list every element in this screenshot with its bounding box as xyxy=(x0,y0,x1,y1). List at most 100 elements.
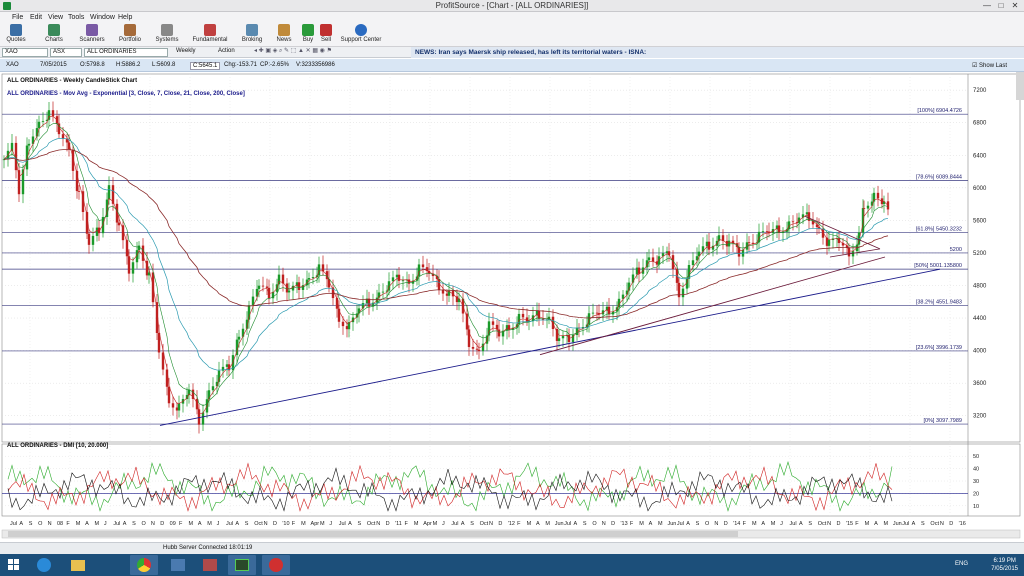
candle-body xyxy=(265,286,269,288)
x-tick-label: D xyxy=(611,521,615,527)
close-button[interactable]: ✕ xyxy=(1008,1,1022,10)
show-last-checkbox[interactable]: ☑ Show Last xyxy=(972,62,1007,69)
app-icon-4[interactable] xyxy=(228,555,256,575)
x-tick-label: M xyxy=(95,521,100,527)
candle-body xyxy=(747,242,751,244)
fundamental-icon xyxy=(204,24,216,36)
clock[interactable]: 6:19 PM 7/05/2015 xyxy=(991,557,1018,573)
maximize-button[interactable]: □ xyxy=(994,1,1008,10)
candle-body xyxy=(91,235,95,245)
support-center-button[interactable]: Support Center xyxy=(338,24,384,46)
x-tick-label: '14 xyxy=(733,521,740,527)
x-tick-label: A xyxy=(348,521,352,527)
menu-tools[interactable]: Tools xyxy=(68,14,84,21)
period-dropdown[interactable]: Weekly xyxy=(174,48,210,57)
x-tick-label: A xyxy=(912,521,916,527)
info-bar: XAO 7/05/2015 O:5798.8 H:5886.2 L:5609.8… xyxy=(0,59,1024,72)
candle-body xyxy=(241,328,245,337)
file-explorer-icon[interactable] xyxy=(64,555,92,575)
y-tick-label: 7200 xyxy=(973,88,987,94)
scrollbar-thumb[interactable] xyxy=(8,531,738,537)
app-icon-3[interactable] xyxy=(196,555,224,575)
profitsource-taskbar-icon[interactable] xyxy=(262,555,290,575)
candle-body xyxy=(25,145,29,170)
x-tick-label: J xyxy=(104,521,107,527)
candle-body xyxy=(491,321,495,325)
candle-body xyxy=(137,245,141,251)
candle-body xyxy=(876,192,880,199)
x-tick-label: S xyxy=(921,521,925,527)
info-chgp: CP:-2.65% xyxy=(260,62,290,68)
x-tick-label: A xyxy=(649,521,653,527)
x-tick-label: Apr xyxy=(423,521,432,527)
candle-body xyxy=(827,240,831,246)
candle-body xyxy=(866,205,870,209)
y-tick-label: 4800 xyxy=(973,283,987,289)
x-tick-label: A xyxy=(461,521,465,527)
ie-icon[interactable] xyxy=(30,555,58,575)
security-name: ALL ORDINARIES xyxy=(84,48,168,57)
x-tick-label: M xyxy=(527,521,532,527)
app-icon-2[interactable] xyxy=(164,555,192,575)
news-ticker[interactable]: NEWS: Iran says Maersk ship released, ha… xyxy=(411,47,1024,58)
y-tick-label: 3200 xyxy=(973,414,987,420)
y-tick-label: 3600 xyxy=(973,381,987,387)
quotes-button[interactable]: Quotes xyxy=(4,24,28,46)
systems-button[interactable]: Systems xyxy=(154,24,180,46)
x-tick-label: F xyxy=(743,521,747,527)
support-label: 5200 xyxy=(950,247,962,253)
x-tick-label: Oct xyxy=(930,521,939,527)
x-tick-label: F xyxy=(66,521,70,527)
y-tick-label: 6400 xyxy=(973,153,987,159)
scanners-button[interactable]: Scanners xyxy=(78,24,106,46)
exchange-select[interactable]: ASX xyxy=(50,48,82,57)
charts-button[interactable]: Charts xyxy=(42,24,66,46)
news-button[interactable]: News xyxy=(274,24,294,46)
menu-window[interactable]: Window xyxy=(90,14,115,21)
x-tick-label: M xyxy=(752,521,757,527)
chrome-icon[interactable] xyxy=(130,555,158,575)
x-tick-label: N xyxy=(940,521,944,527)
x-tick-label: Apr xyxy=(311,521,320,527)
sell-button[interactable]: Sell xyxy=(318,24,334,46)
menu-view[interactable]: View xyxy=(48,14,63,21)
price-chart-svg[interactable]: 7200 6800 6400 6000 5600 5200 4800 4400 4000 3600… xyxy=(0,60,1024,542)
start-icon[interactable] xyxy=(8,559,20,571)
action-dropdown[interactable]: Action xyxy=(216,48,246,57)
ema-200-line xyxy=(3,148,889,319)
chart-tools-strip[interactable]: ◂ ✚ ▣ ◈ ⌕ ✎ ⬚ ▲ ✕ ▦ ◉ ⚑ xyxy=(252,48,402,57)
vertical-scroll-handle[interactable] xyxy=(1016,60,1024,100)
x-tick-label: M xyxy=(207,521,212,527)
minimize-button[interactable]: — xyxy=(980,1,994,10)
menu-file[interactable]: File xyxy=(12,14,23,21)
candle-body xyxy=(557,338,561,341)
info-close: C:5645.1 xyxy=(190,62,221,70)
x-tick-label: N xyxy=(264,521,268,527)
x-tick-label: D xyxy=(273,521,277,527)
info-date: 7/05/2015 xyxy=(40,62,67,68)
price-panel-frame xyxy=(1,73,1021,443)
candle-body xyxy=(37,121,41,129)
x-tick-label: A xyxy=(874,521,878,527)
symbol-input[interactable]: XAO xyxy=(2,48,48,57)
dmi-panel-frame xyxy=(1,443,1021,517)
chart-area[interactable]: 7200 6800 6400 6000 5600 5200 4800 4400 4000 3600… xyxy=(0,60,1024,542)
broking-button[interactable]: Broking xyxy=(240,24,264,46)
candle-body xyxy=(401,280,405,282)
x-tick-label: M xyxy=(320,521,325,527)
menu-help[interactable]: Help xyxy=(118,14,132,21)
buy-button[interactable]: Buy xyxy=(300,24,316,46)
x-tick-label: N xyxy=(489,521,493,527)
menu-edit[interactable]: Edit xyxy=(30,14,42,21)
portfolio-button[interactable]: Portfolio xyxy=(116,24,144,46)
dmi-tick-label: 40 xyxy=(973,467,979,473)
x-tick-label: A xyxy=(761,521,765,527)
candle-body xyxy=(421,264,425,268)
x-tick-label: Jul xyxy=(564,521,571,527)
broking-icon xyxy=(246,24,258,36)
x-tick-label: A xyxy=(536,521,540,527)
dmi-tick-label: 10 xyxy=(973,504,979,510)
fundamental-button[interactable]: Fundamental xyxy=(192,24,228,46)
x-tick-label: S xyxy=(696,521,700,527)
language-indicator[interactable]: ENG xyxy=(955,561,968,567)
